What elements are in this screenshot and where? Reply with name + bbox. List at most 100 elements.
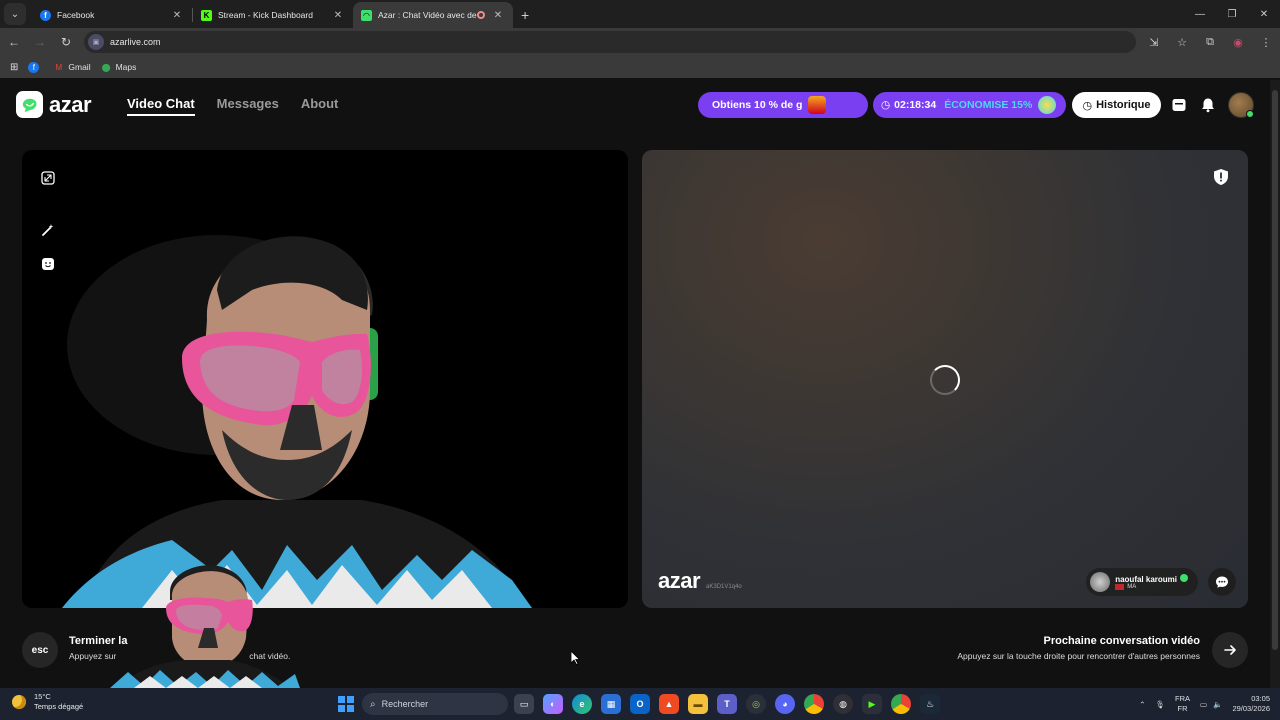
restore-icon[interactable]: ❐ [1216,0,1248,28]
keyboard-layout: FR [1177,704,1188,713]
page-scrollbar[interactable] [1270,80,1280,688]
promo-offer-text: Obtiens 10 % de g [712,99,803,111]
inbox-icon[interactable] [1169,95,1189,115]
tab-azar[interactable]: ◠ Azar : Chat Vidéo avec de n ✕ [353,2,513,28]
bookmarks-bar: ⊞ f M Gmail ⬤ Maps [0,56,1280,78]
remote-user-chip[interactable]: naoufal karoumi MA [1086,568,1198,596]
magic-wand-effects-icon[interactable] [40,222,56,238]
notifications-bell-icon[interactable] [1198,95,1218,115]
countdown-timer: 02:18:34 [894,99,937,111]
close-window-icon[interactable]: ✕ [1248,0,1280,28]
tray-overflow-icon[interactable]: ⌃ [1139,700,1145,709]
menu-kebab-icon[interactable]: ⋮ [1252,36,1280,49]
address-bar[interactable]: ▣ azarlive.com [84,31,1136,53]
promo-offer-button[interactable]: Obtiens 10 % de g [698,92,868,118]
next-chat-arrow-button[interactable] [1212,632,1248,668]
gems-icon [1038,96,1057,114]
streamlabs-icon[interactable]: ▶ [862,694,882,714]
language-indicator[interactable]: FRA FR [1175,694,1190,714]
local-camera-feed [62,235,532,608]
url-text: azarlive.com [110,37,161,47]
tab-kick-dashboard[interactable]: K Stream - Kick Dashboard ✕ [193,2,353,28]
remote-user-country: MA [1127,584,1137,590]
remote-user-country-row: MA [1115,584,1188,590]
reload-icon[interactable]: ↻ [54,30,78,54]
end-chat-esc-button[interactable]: esc [22,632,58,668]
tab-close-icon[interactable]: ✕ [331,10,345,21]
chat-bubble-icon[interactable] [1208,568,1236,596]
remote-user-name: naoufal karoumi [1115,575,1177,584]
remote-user-avatar [1090,572,1111,592]
microphone-icon[interactable]: 🎙 [1155,700,1165,709]
azar-logo[interactable]: azar [16,91,92,118]
chrome-icon[interactable] [804,694,824,714]
nav-about[interactable]: About [301,96,339,116]
report-shield-icon[interactable] [1212,168,1230,186]
taskbar-search-box[interactable]: ⌕ Rechercher [362,693,508,715]
network-icon[interactable]: ▭ [1200,700,1207,709]
tab-title: Facebook [57,10,95,20]
weather-widget[interactable]: 15°C Temps dégagé [12,692,83,712]
history-label: Historique [1096,99,1151,111]
search-icon: ⌕ [370,698,376,710]
local-video-panel [22,150,628,608]
watermark-logo: azar [658,568,701,593]
remote-user-name-row: naoufal karoumi [1115,574,1188,584]
site-info-icon[interactable]: ▣ [88,34,104,50]
apps-grid-icon[interactable]: ⊞ [10,62,18,73]
nav-video-chat[interactable]: Video Chat [127,96,195,116]
browser-toolbar: ← → ↻ ▣ azarlive.com ⇲ ☆ ⧉ ◉ ⋮ [0,28,1280,56]
maps-pin-icon: ⬤ [101,62,111,72]
discount-timer-button[interactable]: ◷ 02:18:34 ÉCONOMISE 15% [873,92,1066,118]
forward-icon[interactable]: → [28,30,52,54]
bookmark-star-icon[interactable]: ☆ [1168,36,1196,49]
tab-close-icon[interactable]: ✕ [170,10,184,21]
obs-icon[interactable]: ◍ [833,694,853,714]
discord-icon[interactable]: ◕ [775,694,795,714]
fullscreen-toggle-icon[interactable] [40,170,56,186]
tab-facebook[interactable]: f Facebook ✕ [32,2,192,28]
azar-watermark: azar aK3D1V1q4o [658,568,742,594]
clock-time: 03:05 [1251,694,1270,703]
minimize-icon[interactable]: — [1184,0,1216,28]
brave-icon[interactable]: ▲ [659,694,679,714]
main-nav: Video Chat Messages About [127,96,338,116]
face-filter-icon[interactable] [40,256,56,272]
history-button[interactable]: ◷ Historique [1072,92,1161,118]
bookmark-facebook[interactable]: f [28,61,43,73]
bookmark-gmail[interactable]: M Gmail [53,62,91,73]
steam-icon[interactable]: ♨ [920,694,940,714]
extensions-icon[interactable]: ⧉ [1196,36,1224,49]
tab-search-dropdown[interactable]: ⌄ [4,3,26,25]
gmail-icon: M [55,62,63,72]
install-app-icon[interactable]: ⇲ [1140,36,1168,49]
chrome-profile-icon[interactable] [891,694,911,714]
recording-indicator-icon [477,11,485,19]
copilot-icon[interactable]: ◐ [543,694,563,714]
back-icon[interactable]: ← [2,30,26,54]
task-view-icon[interactable]: ▭ [514,694,534,714]
streamer-webcam-overlay [110,565,300,688]
edge-icon[interactable]: e [572,694,592,714]
volume-icon[interactable]: 🔈 [1213,700,1222,709]
clock-date: 29/03/2026 [1232,704,1270,713]
saving-text: ÉCONOMISE 15% [944,99,1033,111]
taskbar-clock[interactable]: 03:05 29/03/2026 [1232,694,1270,714]
profile-icon[interactable]: ◉ [1224,36,1252,49]
user-avatar[interactable] [1228,92,1254,118]
tab-close-icon[interactable]: ✕ [491,10,505,21]
teams-icon[interactable]: T [717,694,737,714]
store-icon[interactable]: ▦ [601,694,621,714]
scrollbar-thumb[interactable] [1272,90,1278,650]
file-explorer-icon[interactable]: ▬ [688,694,708,714]
azar-logo-icon [16,91,43,118]
windows-start-icon[interactable] [338,696,354,712]
xbox-icon[interactable]: ◎ [746,694,766,714]
nav-messages[interactable]: Messages [217,96,279,116]
outlook-icon[interactable]: O [630,694,650,714]
new-tab-button[interactable]: + [521,7,529,23]
system-tray: ⌃ 🎙 FRA FR ▭ 🔈 03:05 29/03/2026 [1139,688,1270,720]
bookmark-maps[interactable]: ⬤ Maps [101,62,137,73]
bookmark-label: Maps [115,62,137,72]
taskbar-apps: ▭ ◐ e ▦ O ▲ ▬ T ◎ ◕ ◍ ▶ ♨ [514,694,940,714]
